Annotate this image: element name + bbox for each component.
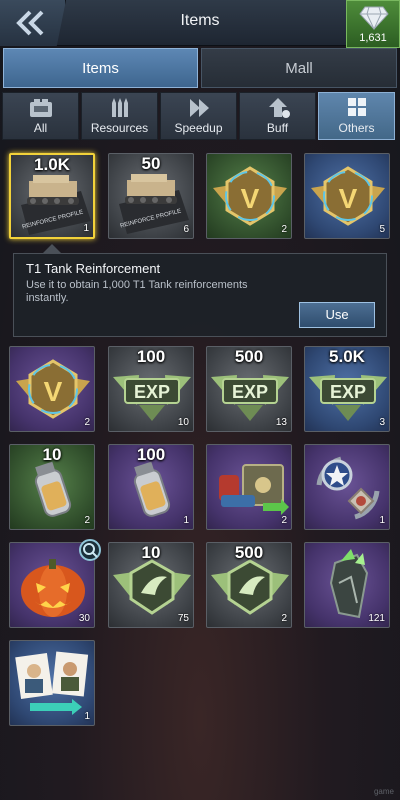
svg-text:V: V xyxy=(44,376,63,407)
item-quantity: 2 xyxy=(281,224,287,235)
watermark: game xyxy=(373,787,394,796)
svg-text:EXP: EXP xyxy=(330,382,366,402)
category-tab-label: All xyxy=(33,121,48,135)
item-slot-tank[interactable]: REINFORCE PROFILE 1.0K 1 xyxy=(9,153,95,239)
item-amount-label: 500 xyxy=(234,347,264,366)
medal-item-icon xyxy=(316,456,380,520)
vip-item-icon: V xyxy=(16,359,90,419)
gem-count: 1,631 xyxy=(359,32,387,44)
gem-balance-button[interactable]: 1,631 xyxy=(346,0,400,48)
grid-icon xyxy=(347,98,366,116)
category-tab-label: Buff xyxy=(266,121,289,135)
item-slot-supply[interactable]: 2 xyxy=(206,444,292,530)
item-quantity: 13 xyxy=(275,417,287,428)
fast-forward-icon xyxy=(189,99,209,117)
item-quantity: 75 xyxy=(177,613,189,624)
svg-text:EXP: EXP xyxy=(232,382,268,402)
tooltip-description: Use it to obtain 1,000 T1 Tank reinforce… xyxy=(26,279,248,304)
tooltip-title: T1 Tank Reinforcement xyxy=(26,261,161,276)
item-quantity: 10 xyxy=(177,417,189,428)
item-quantity: 6 xyxy=(183,224,189,235)
category-tabs: All Resources Speedup Buff Others xyxy=(0,92,400,140)
category-tab-others[interactable]: Others xyxy=(318,92,395,140)
item-slot-wings[interactable]: 500 2 xyxy=(206,542,292,628)
item-quantity: 1 xyxy=(379,515,385,526)
item-amount-label: 1.0K xyxy=(34,155,70,174)
category-tab-resources[interactable]: Resources xyxy=(81,92,158,140)
item-quantity: 2 xyxy=(281,515,287,526)
item-slot-grenade[interactable]: 10 2 xyxy=(9,444,95,530)
category-tab-speedup[interactable]: Speedup xyxy=(160,92,237,140)
category-tab-label: Speedup xyxy=(174,121,223,135)
item-slot-portraits[interactable]: 1 xyxy=(9,640,95,726)
tab-items[interactable]: Items xyxy=(3,48,198,88)
item-quantity: 1 xyxy=(183,515,189,526)
item-amount-label: 10 xyxy=(42,445,62,464)
item-slot-exp[interactable]: EXP 100 10 xyxy=(108,346,194,432)
vip-item-icon: V xyxy=(311,166,385,226)
category-tab-label: Others xyxy=(338,121,375,135)
box-icon xyxy=(29,99,52,117)
item-quantity: 121 xyxy=(368,613,385,624)
item-quantity: 2 xyxy=(281,613,287,624)
main-tabs: Items Mall xyxy=(3,48,397,88)
item-slot-vip[interactable]: V 2 xyxy=(206,153,292,239)
item-quantity: 30 xyxy=(78,613,90,624)
magnifier-icon[interactable] xyxy=(79,539,101,561)
svg-text:V: V xyxy=(241,183,260,214)
item-quantity: 5 xyxy=(379,224,385,235)
ammo-icon xyxy=(111,98,128,117)
item-amount-label: 100 xyxy=(136,445,166,464)
tab-mall[interactable]: Mall xyxy=(201,48,397,88)
item-amount-label: 10 xyxy=(141,543,161,562)
item-amount-label: 5.0K xyxy=(329,347,365,366)
item-slot-exp[interactable]: EXP 5.0K 3 xyxy=(304,346,390,432)
item-quantity: 2 xyxy=(84,417,90,428)
page-title: Items xyxy=(180,12,220,29)
svg-text:EXP: EXP xyxy=(134,382,170,402)
item-amount-label: 50 xyxy=(141,154,161,173)
upgrade-arrow-icon xyxy=(268,98,290,118)
item-slot-medal[interactable]: 1 xyxy=(304,444,390,530)
item-slot-tank[interactable]: REINFORCE PROFILE 50 6 xyxy=(108,153,194,239)
item-quantity: 2 xyxy=(84,515,90,526)
supply-item-icon xyxy=(219,464,289,515)
item-slot-crystal[interactable]: 121 xyxy=(304,542,390,628)
svg-text:V: V xyxy=(339,183,358,214)
diamond-icon xyxy=(359,6,389,31)
item-slot-grenade[interactable]: 100 1 xyxy=(108,444,194,530)
item-quantity: 1 xyxy=(83,223,89,234)
item-tooltip: T1 Tank Reinforcement Use it to obtain 1… xyxy=(13,253,387,337)
header-bar: Items 1,631 xyxy=(0,0,400,48)
item-slot-wings[interactable]: 10 75 xyxy=(108,542,194,628)
item-amount-label: 500 xyxy=(234,543,264,562)
item-quantity: 1 xyxy=(84,711,90,722)
category-tab-buff[interactable]: Buff xyxy=(239,92,316,140)
item-slot-vip[interactable]: V 2 xyxy=(9,346,95,432)
item-quantity: 3 xyxy=(379,417,385,428)
item-slot-vip[interactable]: V 5 xyxy=(304,153,390,239)
category-tab-label: Resources xyxy=(90,121,149,135)
category-tab-all[interactable]: All xyxy=(2,92,79,140)
use-button[interactable]: Use xyxy=(299,302,375,328)
portraits-item-icon xyxy=(15,651,89,715)
item-slot-exp[interactable]: EXP 500 13 xyxy=(206,346,292,432)
vip-item-icon: V xyxy=(213,166,287,226)
item-amount-label: 100 xyxy=(136,347,166,366)
